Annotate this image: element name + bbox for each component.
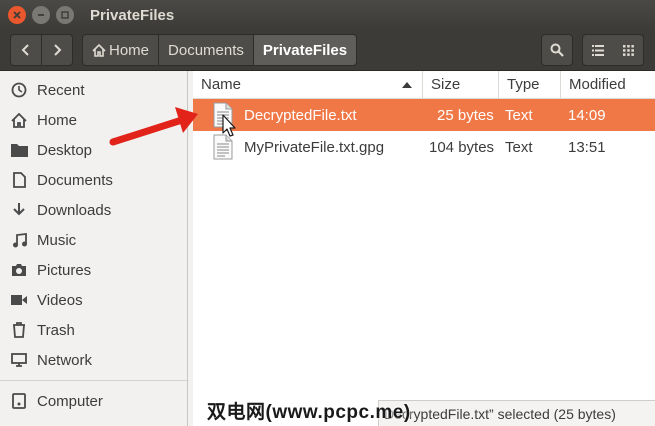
file-type: Text [505,106,533,124]
breadcrumb-documents[interactable]: Documents [159,34,254,66]
file-size: 25 bytes [437,106,494,124]
sidebar-item-label: Recent [37,81,85,99]
column-header-size[interactable]: Size [423,71,499,98]
sidebar-item-documents[interactable]: Documents [0,165,187,195]
status-bar: DecryptedFile.txt” selected (25 bytes) [378,400,655,426]
back-button[interactable] [10,34,42,66]
title-bar: PrivateFiles [0,0,655,30]
sidebar-item-computer[interactable]: Computer [0,386,187,416]
sidebar-divider [0,380,187,381]
sidebar-item-desktop[interactable]: Desktop [0,135,187,165]
breadcrumb-home[interactable]: Home [82,34,160,66]
trash-icon [10,321,28,339]
sidebar-item-pictures[interactable]: Pictures [0,255,187,285]
sidebar-item-label: Network [37,351,93,369]
video-icon [10,291,28,309]
sidebar-item-label: Home [37,111,78,129]
camera-icon [10,261,28,279]
grid-view-button[interactable] [613,34,644,66]
file-name: DecryptedFile.txt [244,106,357,124]
sort-ascending-icon [402,82,412,88]
history-nav [10,34,73,66]
file-name: MyPrivateFile.txt.gpg [244,138,385,156]
sidebar-item-network[interactable]: Network [0,345,187,375]
minimize-icon [38,14,44,16]
sidebar-item-label: Videos [37,291,83,309]
file-type: Text [505,138,533,156]
sidebar-item-music[interactable]: Music [0,225,187,255]
home-icon [10,111,28,129]
column-header-type[interactable]: Type [499,71,561,98]
chevron-right-icon [54,44,62,56]
maximize-window-button[interactable] [56,6,74,24]
sidebar-item-label: Trash [37,321,75,339]
sidebar-item-label: Documents [37,171,113,189]
folder-icon [10,141,28,159]
file-size: 104 bytes [429,138,495,156]
window-title: PrivateFiles [90,6,175,24]
music-icon [10,231,28,249]
sidebar-item-label: Downloads [37,201,112,219]
sidebar-item-home[interactable]: Home [0,105,187,135]
sidebar-item-label: Music [37,231,77,249]
file-modified: 14:09 [568,106,606,124]
maximize-icon [61,11,69,19]
breadcrumb-privatefiles[interactable]: PrivateFiles [253,34,358,66]
text-file-icon [213,134,233,160]
home-icon [92,43,106,57]
clock-icon [10,81,28,99]
breadcrumb: Home Documents PrivateFiles [82,34,358,66]
sidebar-item-videos[interactable]: Videos [0,285,187,315]
forward-button[interactable] [42,34,73,66]
file-modified: 13:51 [568,138,606,156]
toolbar: Home Documents PrivateFiles [0,30,655,71]
close-icon [13,11,21,19]
table-row[interactable]: MyPrivateFile.txt.gpg 104 bytes Text 13:… [193,131,655,163]
search-button[interactable] [541,34,573,66]
breadcrumb-home-label: Home [109,41,150,59]
chevron-left-icon [21,44,29,56]
sidebar-item-trash[interactable]: Trash [0,315,187,345]
column-header-row: Name Size Type Modified [193,71,655,99]
sidebar-item-label: Pictures [37,261,92,279]
drive-icon [10,392,28,410]
sidebar-item-downloads[interactable]: Downloads [0,195,187,225]
network-icon [10,351,28,369]
list-view-button[interactable] [582,34,614,66]
file-list-view: Name Size Type Modified DecryptedFile.tx… [193,71,655,426]
close-window-button[interactable] [8,6,26,24]
sidebar-item-label: Desktop [37,141,93,159]
column-header-name[interactable]: Name [193,71,423,98]
sidebar-item-label: Computer [37,392,103,410]
list-view-icon [592,44,604,56]
column-header-name-label: Name [201,76,242,93]
table-row[interactable]: DecryptedFile.txt 25 bytes Text 14:09 [193,99,655,131]
download-icon [10,201,28,219]
sidebar-item-recent[interactable]: Recent [0,75,187,105]
grid-view-icon [622,44,634,56]
text-file-icon [213,102,233,128]
document-icon [10,171,28,189]
watermark-text: 双电网(www.pcpc.me) [207,402,411,423]
column-header-modified[interactable]: Modified [561,71,655,98]
places-sidebar: Recent Home Desktop Documents Downloads … [0,71,188,426]
minimize-window-button[interactable] [32,6,50,24]
search-icon [550,43,564,57]
